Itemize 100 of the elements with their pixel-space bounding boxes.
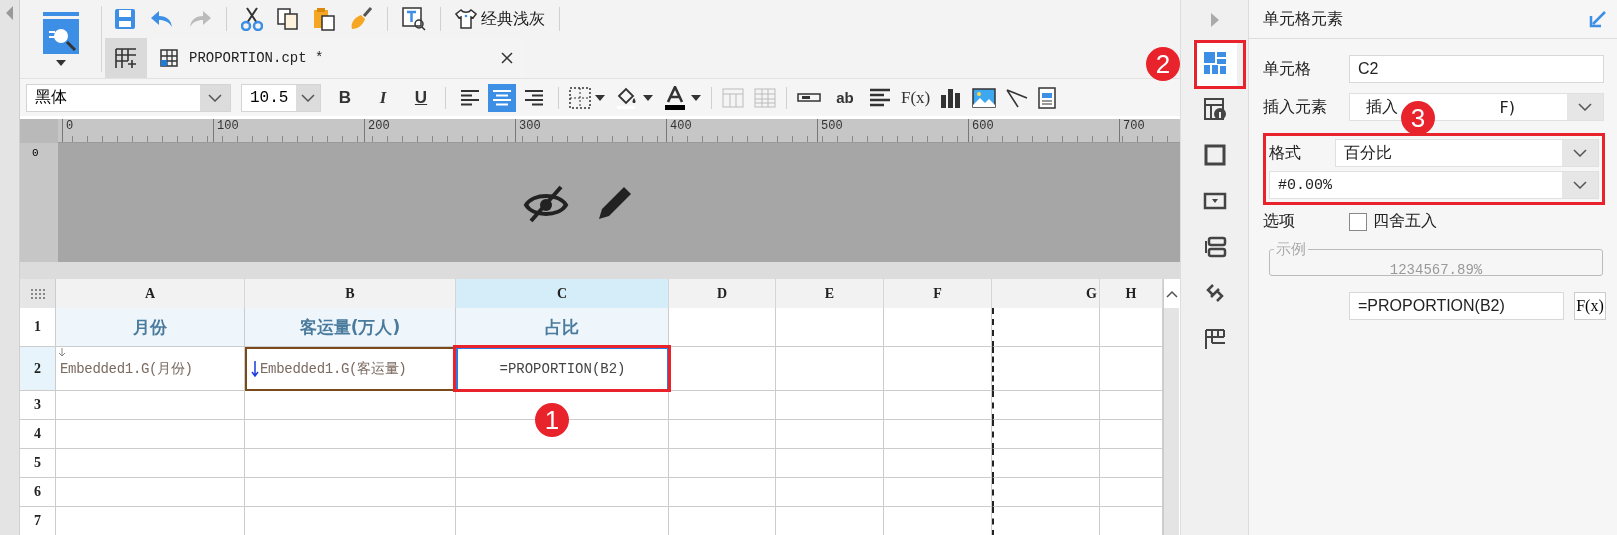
text-tool-button[interactable]: ab (831, 83, 859, 112)
table-cell[interactable] (669, 420, 776, 449)
chevron-down-icon[interactable] (1573, 181, 1587, 189)
table-cell[interactable] (669, 478, 776, 507)
format-dropdown[interactable]: 百分比 (1335, 139, 1599, 167)
table-cell[interactable]: =PROPORTION(B2) (456, 347, 669, 391)
caret-icon[interactable] (691, 94, 701, 101)
file-tab[interactable]: PROPORTION.cpt * (147, 38, 525, 78)
table-cell[interactable] (776, 391, 884, 420)
table-cell[interactable] (992, 420, 1100, 449)
table-cell[interactable] (776, 308, 884, 347)
select-all-icon[interactable] (30, 288, 45, 299)
underline-button[interactable]: U (407, 83, 435, 112)
table-cell[interactable] (884, 347, 992, 391)
slash-line-icon[interactable] (1006, 87, 1029, 108)
table-cell[interactable] (1100, 420, 1163, 449)
table-cell[interactable] (56, 449, 245, 478)
table-cell[interactable] (245, 391, 456, 420)
table-cell[interactable] (1100, 449, 1163, 478)
table-cell[interactable] (1100, 391, 1163, 420)
column-header[interactable]: F (884, 279, 992, 308)
bar-chart-icon[interactable] (940, 87, 963, 108)
table-cell[interactable] (1100, 308, 1163, 347)
table-cell[interactable] (992, 478, 1100, 507)
chevron-down-icon[interactable] (1573, 149, 1587, 157)
table-cell[interactable] (245, 420, 456, 449)
font-color-icon[interactable] (663, 85, 687, 110)
add-sheet-button[interactable] (105, 38, 147, 78)
text-search-icon[interactable] (402, 7, 426, 31)
table-cell[interactable] (992, 449, 1100, 478)
table-cell[interactable] (669, 347, 776, 391)
row-header[interactable]: 3 (20, 391, 56, 420)
italic-button[interactable]: I (369, 83, 397, 112)
table-cell[interactable] (884, 420, 992, 449)
document-icon[interactable] (1038, 86, 1057, 109)
collapse-arrow-icon[interactable] (1589, 10, 1607, 28)
table-cell[interactable] (776, 449, 884, 478)
table-cell[interactable] (776, 420, 884, 449)
table-cell[interactable] (884, 308, 992, 347)
row-header[interactable]: 6 (20, 478, 56, 507)
table-cell[interactable] (456, 478, 669, 507)
table-cell[interactable] (669, 449, 776, 478)
dropdown-caret-icon[interactable] (55, 60, 66, 66)
chevron-down-icon[interactable] (208, 93, 222, 102)
table-cell[interactable] (776, 478, 884, 507)
column-header[interactable]: E (776, 279, 884, 308)
table-cell[interactable]: Embedded1.G(月份) (56, 347, 245, 391)
table-cell[interactable] (776, 347, 884, 391)
paste-icon[interactable] (313, 7, 335, 31)
row-header[interactable]: 1 (20, 308, 56, 347)
caret-icon[interactable] (643, 94, 653, 101)
merge-cells-icon[interactable] (722, 87, 744, 108)
table-cell[interactable] (245, 449, 456, 478)
column-header[interactable]: H (1100, 279, 1163, 308)
bold-button[interactable]: B (331, 83, 359, 112)
save-icon[interactable] (114, 8, 136, 30)
add-sheet-icon[interactable] (114, 46, 138, 70)
table-cell[interactable] (884, 391, 992, 420)
table-cell[interactable]: Embedded1.G(客运量) (245, 347, 456, 391)
redo-icon[interactable] (188, 9, 212, 29)
table-cell[interactable] (456, 449, 669, 478)
table-cell[interactable] (56, 478, 245, 507)
column-header[interactable]: D (669, 279, 776, 308)
image-icon[interactable] (972, 87, 997, 108)
chevron-down-icon[interactable] (301, 93, 316, 102)
column-header[interactable]: B (245, 279, 456, 308)
theme-button[interactable]: 经典浅灰 (455, 8, 545, 30)
table-cell[interactable] (992, 391, 1100, 420)
paragraph-icon[interactable] (869, 87, 891, 108)
close-icon[interactable] (501, 52, 513, 64)
copy-icon[interactable] (277, 8, 299, 30)
scroll-up-icon[interactable] (1165, 289, 1178, 298)
table-cell[interactable] (1100, 347, 1163, 391)
border-icon[interactable] (569, 86, 591, 109)
table-cell[interactable] (1100, 478, 1163, 507)
table-cell[interactable]: 客运量(万人) (245, 308, 456, 347)
formula-field[interactable]: =PROPORTION(B2) (1349, 292, 1564, 320)
table-cell[interactable] (884, 478, 992, 507)
font-dropdown[interactable]: 黑体 (26, 83, 231, 112)
brush-icon[interactable] (349, 7, 373, 31)
row-header[interactable]: 4 (20, 420, 56, 449)
table-cell[interactable] (245, 478, 456, 507)
column-header[interactable]: A (56, 279, 245, 308)
row-header[interactable]: 2 (20, 347, 56, 391)
cell-field[interactable]: C2 (1349, 55, 1604, 83)
table-cell[interactable] (992, 308, 1100, 347)
rounding-checkbox[interactable]: 四舍五入 (1349, 211, 1437, 232)
undo-icon[interactable] (150, 9, 174, 29)
table-cell[interactable] (992, 347, 1100, 391)
font-size-dropdown[interactable]: 10.5 (241, 83, 321, 112)
table-cell[interactable]: 月份 (56, 308, 245, 347)
scrollbar[interactable] (1163, 279, 1179, 535)
table-cell[interactable]: 占比 (456, 308, 669, 347)
table-cell[interactable] (56, 391, 245, 420)
column-header[interactable]: G (992, 279, 1100, 308)
expand-arrow-icon[interactable] (1210, 13, 1219, 27)
table-cell[interactable] (56, 420, 245, 449)
table-cell[interactable] (669, 391, 776, 420)
table-cell[interactable] (884, 449, 992, 478)
cut-icon[interactable] (241, 7, 263, 31)
